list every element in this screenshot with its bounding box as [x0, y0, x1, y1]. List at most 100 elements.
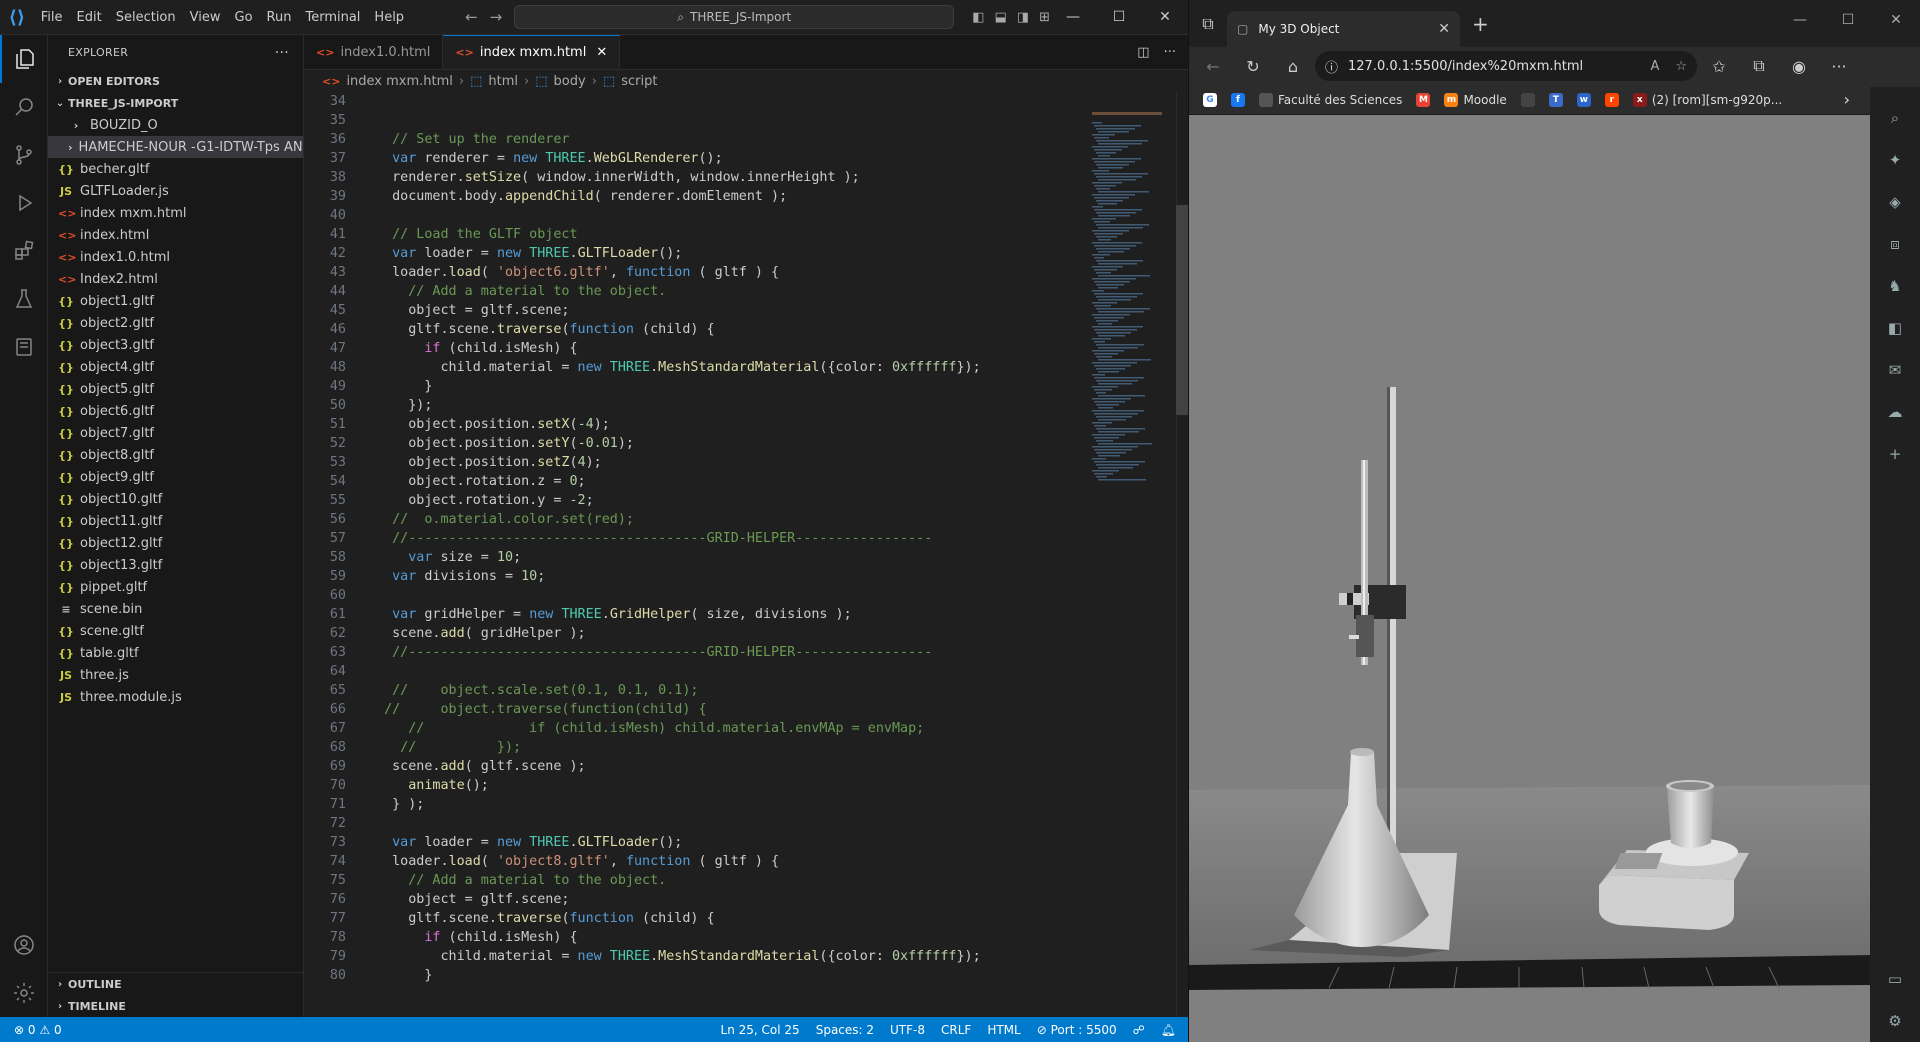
settings-gear-icon[interactable]	[0, 969, 48, 1017]
code-line[interactable]: 75 // Add a material to the object.	[304, 871, 1084, 890]
code-line[interactable]: 69 scene.add( gltf.scene );	[304, 757, 1084, 776]
folder-item[interactable]: › BOUZID_O	[48, 114, 303, 136]
notifications-bell-icon[interactable]: 🔔︎	[1153, 1023, 1184, 1037]
collections-icon[interactable]: ⧉	[1741, 50, 1777, 82]
code-line[interactable]: 59 var divisions = 10;	[304, 567, 1084, 586]
run-debug-icon[interactable]	[0, 179, 48, 227]
code-line[interactable]: 52 object.position.setY(-0.01);	[304, 434, 1084, 453]
code-line[interactable]: 71 } );	[304, 795, 1084, 814]
testing-icon[interactable]	[0, 275, 48, 323]
split-editor-icon[interactable]: ◫	[1137, 45, 1149, 60]
toggle-sidebar-icon[interactable]: ◧	[972, 10, 984, 25]
favorites-icon[interactable]: ✩	[1701, 50, 1737, 82]
back-arrow-icon[interactable]: ←	[1195, 50, 1231, 82]
file-item[interactable]: {} table.gltf	[48, 642, 303, 664]
menu-terminal[interactable]: Terminal	[298, 0, 367, 35]
favorite-link[interactable]: x (2) [rom][sm-g920p...	[1632, 92, 1782, 107]
end-of-line[interactable]: CRLF	[933, 1023, 979, 1037]
breadcrumb-body[interactable]: body	[554, 74, 586, 89]
back-arrow-icon[interactable]: ←	[465, 8, 478, 26]
code-line[interactable]: 62 scene.add( gridHelper );	[304, 624, 1084, 643]
code-line[interactable]: 44 // Add a material to the object.	[304, 282, 1084, 301]
feedback-icon[interactable]: ☍	[1125, 1023, 1153, 1037]
code-line[interactable]: 64	[304, 662, 1084, 681]
minimize-icon[interactable]: —	[1776, 0, 1824, 40]
forward-arrow-icon[interactable]: →	[490, 8, 503, 26]
code-line[interactable]: 61 var gridHelper = new THREE.GridHelper…	[304, 605, 1084, 624]
command-center-search[interactable]: ⌕ THREE_JS-Import	[514, 5, 955, 29]
breadcrumb-html[interactable]: html	[488, 74, 518, 89]
folder-item[interactable]: › HAMECHE-NOUR -G1-IDTW-Tps ANN	[48, 136, 303, 158]
maximize-icon[interactable]: ☐	[1096, 0, 1142, 35]
file-item[interactable]: {} object1.gltf	[48, 290, 303, 312]
code-line[interactable]: 80 }	[304, 966, 1084, 985]
tab-index-mxm[interactable]: <> index mxm.html ✕	[443, 35, 621, 69]
code-line[interactable]: 49 }	[304, 377, 1084, 396]
code-line[interactable]: 46 gltf.scene.traverse(function (child) …	[304, 320, 1084, 339]
code-line[interactable]: 45 object = gltf.scene;	[304, 301, 1084, 320]
customize-layout-icon[interactable]: ⊞	[1039, 10, 1050, 25]
explorer-icon[interactable]	[0, 35, 48, 83]
file-item[interactable]: JS three.module.js	[48, 686, 303, 708]
code-line[interactable]: 53 object.position.setZ(4);	[304, 453, 1084, 472]
code-line[interactable]: 47 if (child.isMesh) {	[304, 339, 1084, 358]
favorite-link[interactable]	[1520, 92, 1535, 107]
more-actions-icon[interactable]: ···	[275, 45, 289, 61]
code-line[interactable]: 40	[304, 206, 1084, 225]
language-mode[interactable]: HTML	[979, 1023, 1028, 1037]
code-line[interactable]: 42 var loader = new THREE.GLTFLoader();	[304, 244, 1084, 263]
code-line[interactable]: 39 document.body.appendChild( renderer.d…	[304, 187, 1084, 206]
file-item[interactable]: {} scene.gltf	[48, 620, 303, 642]
timeline-section[interactable]: › TIMELINE	[48, 995, 304, 1017]
close-icon[interactable]: ✕	[1872, 0, 1920, 40]
add-favorite-icon[interactable]: ☆	[1675, 59, 1687, 74]
live-server-port[interactable]: ⊘ Port : 5500	[1029, 1023, 1125, 1037]
cursor-position[interactable]: Ln 25, Col 25	[713, 1023, 808, 1037]
outlook-icon[interactable]: ✉	[1877, 349, 1913, 391]
extensions-icon[interactable]	[0, 227, 48, 275]
tools-icon[interactable]: ⧈	[1877, 223, 1913, 265]
file-item[interactable]: {} pippet.gltf	[48, 576, 303, 598]
code-line[interactable]: 77 gltf.scene.traverse(function (child) …	[304, 909, 1084, 928]
code-line[interactable]: 70 animate();	[304, 776, 1084, 795]
code-line[interactable]: 78 if (child.isMesh) {	[304, 928, 1084, 947]
account-icon[interactable]	[0, 921, 48, 969]
add-icon[interactable]: +	[1877, 433, 1913, 475]
file-item[interactable]: {} object3.gltf	[48, 334, 303, 356]
favorite-link[interactable]: m Moodle	[1444, 92, 1507, 107]
new-tab-icon[interactable]: +	[1472, 12, 1489, 36]
code-line[interactable]: 48 child.material = new THREE.MeshStanda…	[304, 358, 1084, 377]
toggle-panel-icon[interactable]: ⬓	[995, 10, 1007, 25]
indentation[interactable]: Spaces: 2	[808, 1023, 882, 1037]
read-aloud-icon[interactable]: A	[1650, 59, 1659, 74]
shopping-tag-icon[interactable]: ◈	[1877, 181, 1913, 223]
file-item[interactable]: {} object8.gltf	[48, 444, 303, 466]
favorite-link[interactable]: M	[1416, 92, 1431, 107]
favorite-link[interactable]: Faculté des Sciences	[1259, 92, 1402, 107]
more-actions-icon[interactable]: ···	[1164, 45, 1176, 60]
toggle-secondary-sidebar-icon[interactable]: ◨	[1017, 10, 1029, 25]
file-item[interactable]: {} object12.gltf	[48, 532, 303, 554]
file-item[interactable]: {} object5.gltf	[48, 378, 303, 400]
menu-go[interactable]: Go	[228, 0, 260, 35]
file-item[interactable]: {} object2.gltf	[48, 312, 303, 334]
code-line[interactable]: 35	[304, 111, 1084, 130]
code-line[interactable]: 55 object.rotation.y = -2;	[304, 491, 1084, 510]
encoding[interactable]: UTF-8	[882, 1023, 933, 1037]
code-line[interactable]: 73 var loader = new THREE.GLTFLoader();	[304, 833, 1084, 852]
code-line[interactable]: 57 //-----------------------------------…	[304, 529, 1084, 548]
code-line[interactable]: 34	[304, 92, 1084, 111]
code-line[interactable]: 51 object.position.setX(-4);	[304, 415, 1084, 434]
open-editors-section[interactable]: › OPEN EDITORS	[48, 70, 303, 92]
menu-run[interactable]: Run	[260, 0, 299, 35]
file-item[interactable]: <> index.html	[48, 224, 303, 246]
menu-view[interactable]: View	[183, 0, 228, 35]
profile-avatar[interactable]: ◉	[1781, 50, 1817, 82]
settings-gear-icon[interactable]: ⚙	[1877, 1000, 1913, 1042]
file-item[interactable]: {} object13.gltf	[48, 554, 303, 576]
file-item[interactable]: <> Index2.html	[48, 268, 303, 290]
copilot-icon[interactable]: ✦	[1877, 139, 1913, 181]
problems-indicator[interactable]: ⊗ 0 ⚠ 0	[6, 1023, 70, 1037]
menu-edit[interactable]: Edit	[70, 0, 109, 35]
more-favorites-chevron-icon[interactable]: ›	[1844, 90, 1850, 109]
